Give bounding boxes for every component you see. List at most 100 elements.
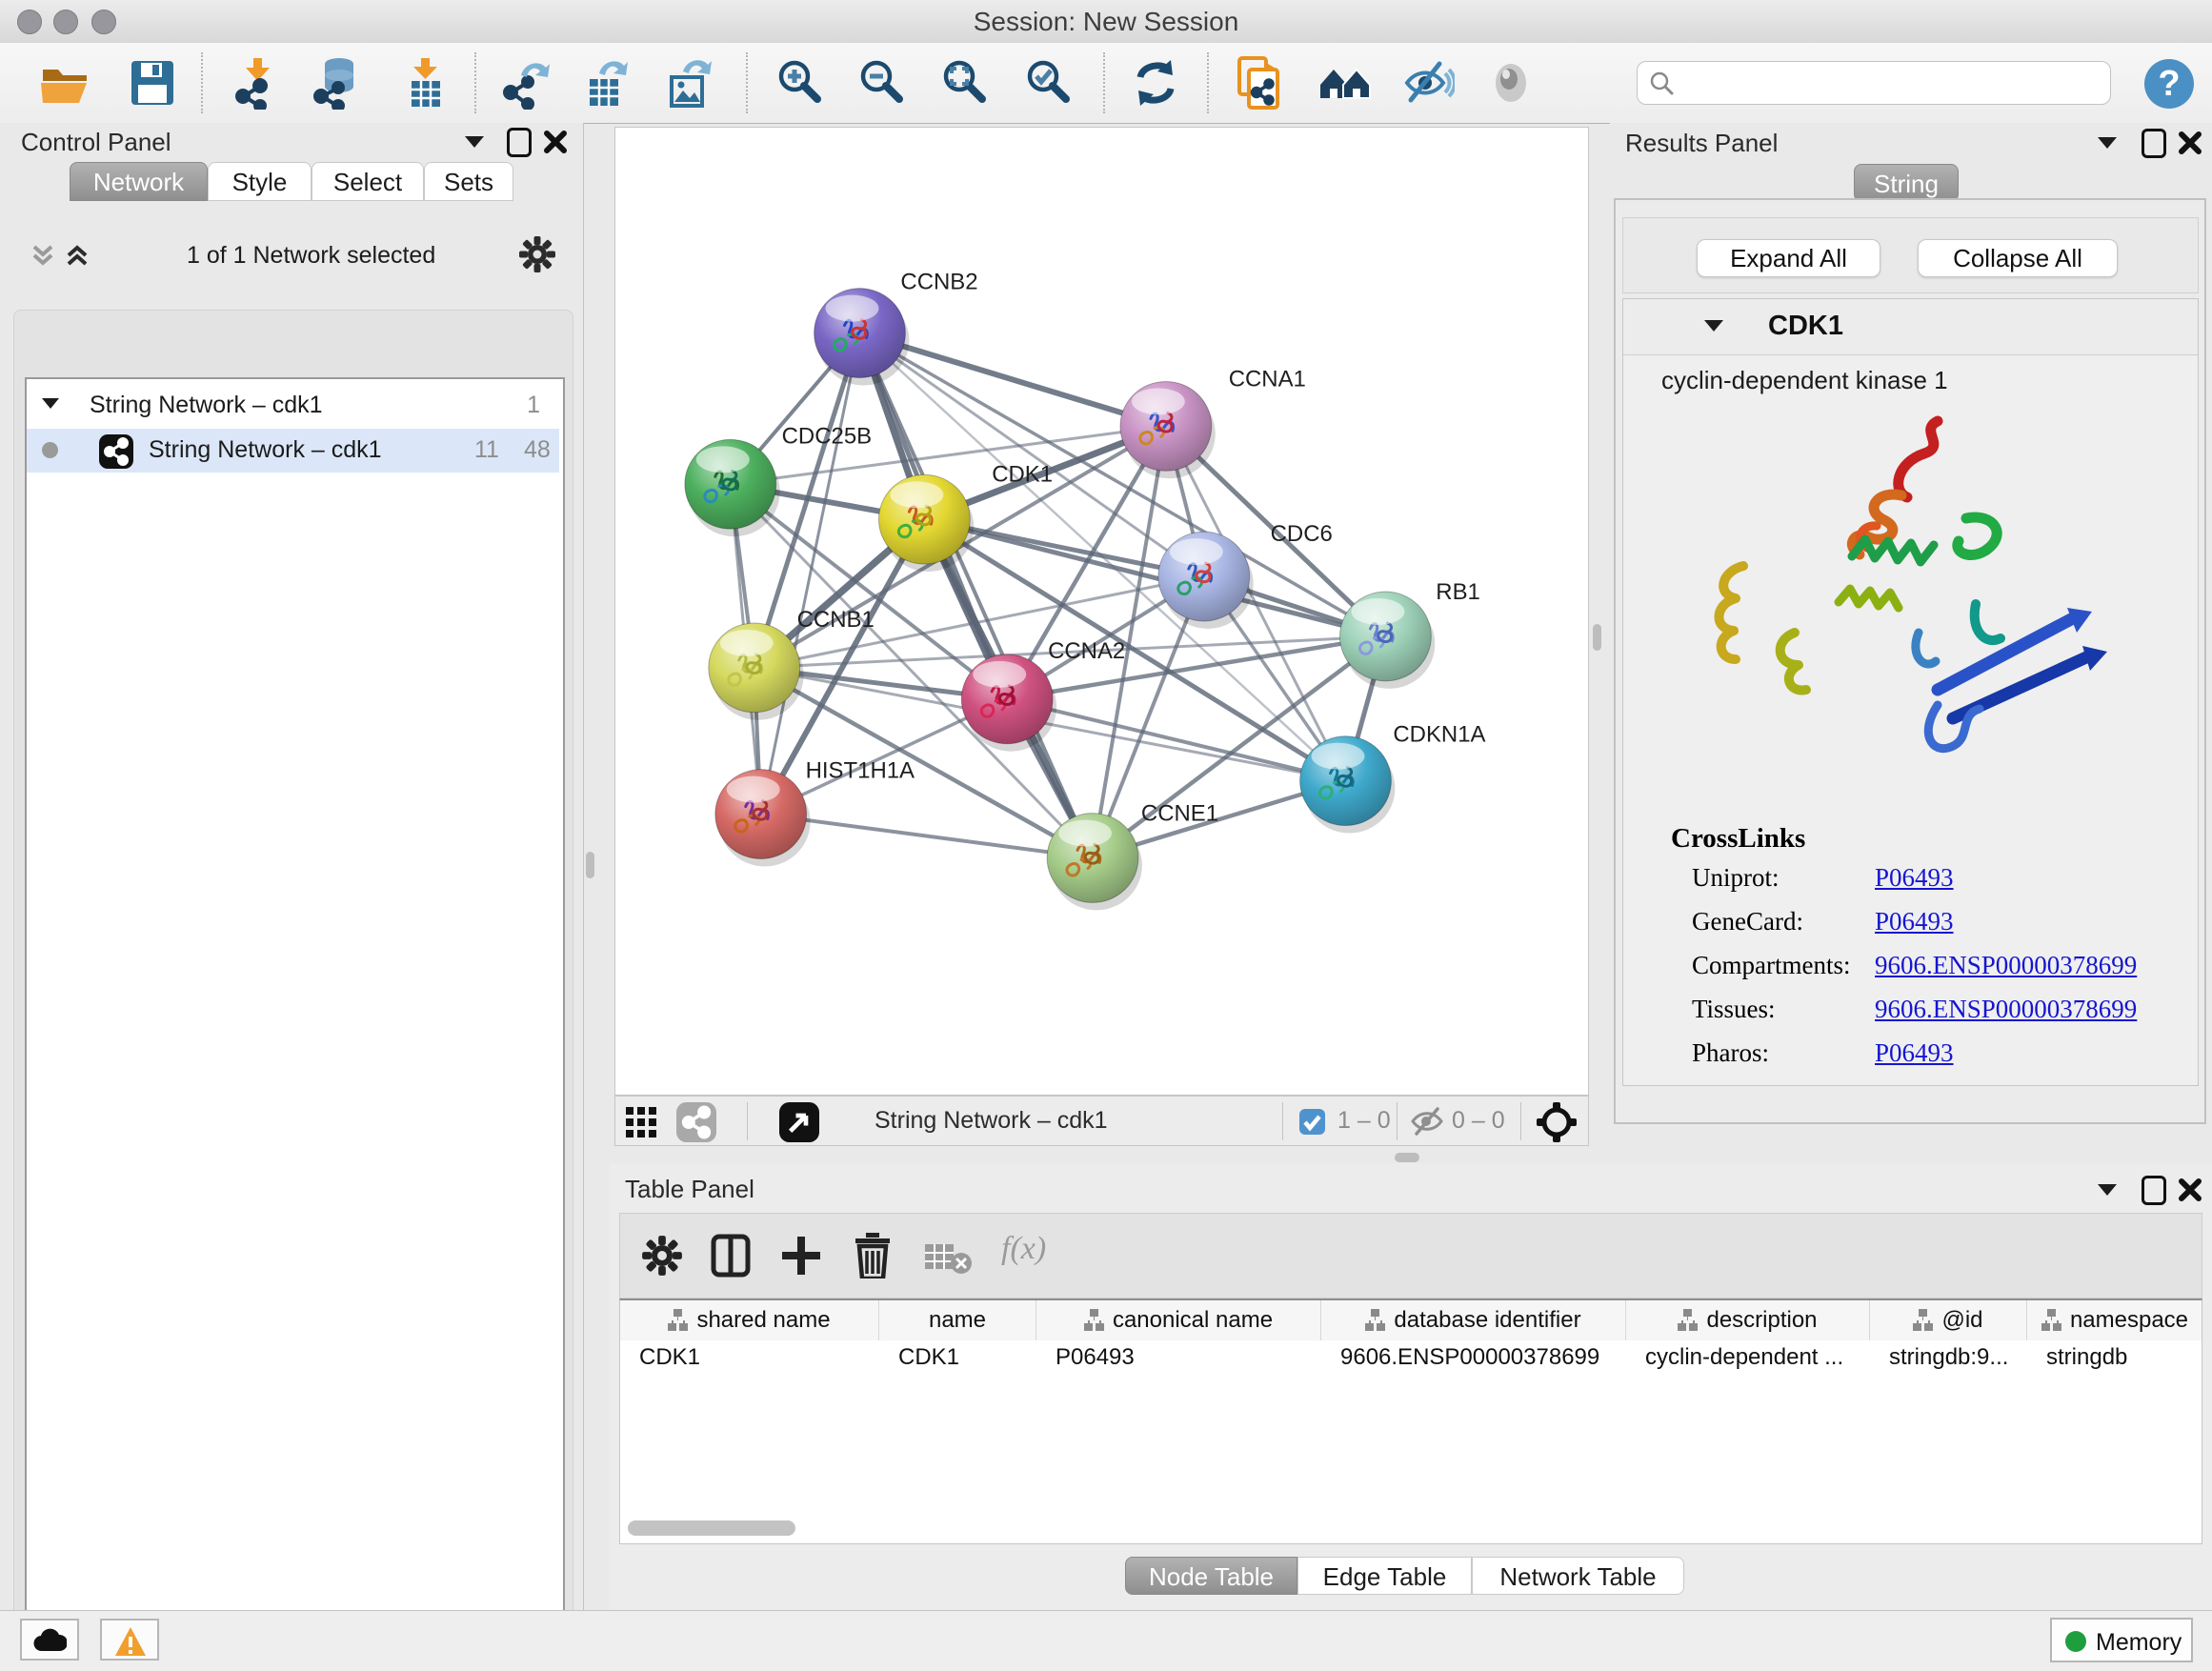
export-image-icon[interactable] <box>662 56 715 110</box>
selected-checkbox-icon[interactable] <box>1299 1109 1325 1135</box>
network-canvas[interactable]: CCNB2CCNA1CDC25BCDK1CDC6RB1CCNB1CCNA2CDK… <box>614 127 1589 1096</box>
toolbar-separator <box>1207 52 1209 113</box>
export-network-icon[interactable] <box>500 56 553 110</box>
zoom-out-icon[interactable] <box>855 56 909 110</box>
tab-network-table[interactable]: Network Table <box>1472 1557 1684 1595</box>
column-header-namespace[interactable]: namespace <box>2027 1300 2202 1340</box>
crosslink-value[interactable]: P06493 <box>1875 907 1954 936</box>
help-icon[interactable]: ? <box>2142 57 2196 111</box>
expand-all-icon[interactable] <box>63 241 91 270</box>
tab-edge-table[interactable]: Edge Table <box>1297 1557 1472 1595</box>
import-network-file-icon[interactable] <box>231 56 284 110</box>
column-header-canonical-name[interactable]: canonical name <box>1036 1300 1321 1340</box>
minimize-window-button[interactable] <box>53 10 78 34</box>
network-node-ccne1[interactable] <box>1047 814 1142 911</box>
network-node-hist1h1a[interactable] <box>715 770 811 867</box>
column-header-name[interactable]: name <box>879 1300 1036 1340</box>
table-cell[interactable]: CDK1 <box>879 1340 1036 1375</box>
network-node-cdc25b[interactable] <box>685 439 780 536</box>
save-session-icon[interactable] <box>126 56 179 110</box>
show-panel-eye-icon[interactable] <box>1484 56 1538 110</box>
tab-style[interactable]: Style <box>208 162 312 201</box>
table-cell[interactable]: P06493 <box>1036 1340 1321 1375</box>
delete-column-trash-icon[interactable] <box>851 1233 895 1278</box>
show-columns-icon[interactable] <box>708 1233 754 1278</box>
column-header-description[interactable]: description <box>1626 1300 1870 1340</box>
table-panel-collapse-icon[interactable] <box>2098 1184 2117 1196</box>
hidden-eye-icon[interactable] <box>1410 1107 1444 1136</box>
table-cell[interactable]: cyclin-dependent ... <box>1626 1340 1870 1375</box>
tab-string[interactable]: String <box>1854 164 1959 202</box>
column-header-database-identifier[interactable]: database identifier <box>1321 1300 1626 1340</box>
search-input[interactable] <box>1681 66 2104 100</box>
protein-card-header[interactable]: CDK1 <box>1623 299 2198 355</box>
results-panel-close-icon[interactable] <box>2178 131 2202 155</box>
table-panel-close-icon[interactable] <box>2178 1178 2202 1202</box>
tab-select[interactable]: Select <box>312 162 424 201</box>
collapse-all-icon[interactable] <box>29 241 57 270</box>
cloud-button[interactable] <box>20 1619 79 1661</box>
column-header-shared-name[interactable]: shared name <box>620 1300 879 1340</box>
protein-collapse-icon[interactable] <box>1704 320 1723 332</box>
birds-eye-view-icon[interactable] <box>779 1102 819 1142</box>
table-settings-gear-icon[interactable] <box>641 1235 683 1277</box>
expand-all-button[interactable]: Expand All <box>1697 239 1880 277</box>
function-builder-icon[interactable]: f(x) <box>1001 1231 1046 1267</box>
network-node-cdc6[interactable] <box>1158 532 1254 629</box>
crosslink-value[interactable]: 9606.ENSP00000378699 <box>1875 995 2137 1024</box>
control-panel-close-icon[interactable] <box>543 130 568 154</box>
grid-view-icon[interactable] <box>625 1106 657 1138</box>
delete-table-icon[interactable] <box>923 1240 973 1275</box>
crosslink-value[interactable]: P06493 <box>1875 1038 1954 1068</box>
maximize-window-button[interactable] <box>91 10 116 34</box>
refresh-icon[interactable] <box>1129 56 1182 110</box>
table-cell[interactable]: 9606.ENSP00000378699 <box>1321 1340 1626 1375</box>
crosslink-value[interactable]: P06493 <box>1875 863 1954 893</box>
table-horizontal-scrollbar[interactable] <box>628 1520 795 1536</box>
results-panel-float-icon[interactable] <box>2142 129 2166 158</box>
column-header--id[interactable]: @id <box>1870 1300 2027 1340</box>
hide-panel-eye-icon[interactable] <box>1401 56 1455 110</box>
network-options-gear-icon[interactable] <box>518 235 556 273</box>
search-field[interactable] <box>1637 61 2111 105</box>
table-panel-float-icon[interactable] <box>2142 1176 2166 1205</box>
crosslink-value[interactable]: 9606.ENSP00000378699 <box>1875 951 2137 980</box>
home-icon[interactable] <box>1318 56 1372 110</box>
control-panel-float-icon[interactable] <box>507 128 532 157</box>
close-window-button[interactable] <box>17 10 42 34</box>
network-edge[interactable] <box>1007 699 1345 781</box>
tree-expand-icon[interactable] <box>42 398 59 409</box>
add-column-icon[interactable] <box>780 1235 822 1277</box>
network-node-ccna1[interactable] <box>1120 381 1216 478</box>
network-tree-root-row[interactable]: String Network – cdk1 1 <box>27 387 559 427</box>
tab-network[interactable]: Network <box>70 162 208 201</box>
control-panel-collapse-icon[interactable] <box>465 136 484 148</box>
network-edge[interactable] <box>761 815 1093 858</box>
zoom-selected-icon[interactable] <box>1022 56 1076 110</box>
table-cell[interactable]: stringdb:9... <box>1870 1340 2027 1375</box>
memory-button[interactable]: Memory <box>2050 1618 2193 1662</box>
warning-button[interactable] <box>100 1619 159 1661</box>
network-node-cdk1[interactable] <box>878 474 974 572</box>
import-table-icon[interactable] <box>398 56 452 110</box>
table-cell[interactable]: stringdb <box>2027 1340 2202 1375</box>
tab-node-table[interactable]: Node Table <box>1125 1557 1297 1595</box>
network-node-rb1[interactable] <box>1340 592 1436 689</box>
network-thumbnail-icon[interactable] <box>676 1102 716 1142</box>
import-network-database-icon[interactable] <box>311 56 364 110</box>
results-panel-collapse-icon[interactable] <box>2098 137 2117 149</box>
zoom-fit-icon[interactable] <box>938 56 992 110</box>
fit-content-crosshair-icon[interactable] <box>1536 1101 1578 1143</box>
network-node-cdkn1a[interactable] <box>1300 736 1396 834</box>
export-table-icon[interactable] <box>580 56 633 110</box>
network-tree-selected-row[interactable]: String Network – cdk1 11 48 <box>27 429 559 473</box>
zoom-in-icon[interactable] <box>774 56 827 110</box>
horizontal-splitter-handle[interactable] <box>1395 1153 1419 1162</box>
collapse-all-button[interactable]: Collapse All <box>1918 239 2118 277</box>
right-splitter-handle[interactable] <box>1593 624 1601 651</box>
copy-network-icon[interactable] <box>1234 56 1287 110</box>
tab-sets[interactable]: Sets <box>424 162 513 201</box>
left-splitter-handle[interactable] <box>586 852 594 878</box>
table-cell[interactable]: CDK1 <box>620 1340 879 1375</box>
open-session-icon[interactable] <box>38 56 91 110</box>
